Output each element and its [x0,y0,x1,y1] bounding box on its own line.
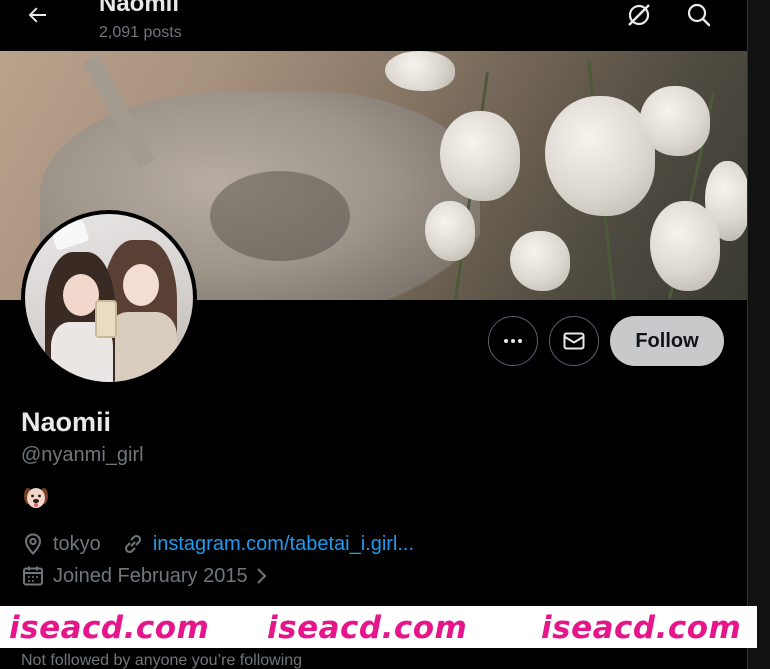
grok-icon [628,4,650,26]
search-button[interactable] [681,0,717,30]
link-icon [121,532,145,556]
top-bar: Naomii 2,091 posts [0,0,747,51]
joined-row: Joined February 2015 [21,564,268,588]
scrollbar[interactable] [747,0,770,669]
header-title: Naomii [99,0,180,17]
more-button[interactable] [488,316,538,366]
message-button[interactable] [549,316,599,366]
joined-text: Joined February 2015 [53,564,248,587]
more-icon [504,339,522,343]
post-count: 2,091 posts [99,24,182,41]
location-icon [21,532,45,556]
search-icon [687,3,711,27]
followed-by-text: Not followed by anyone you’re following [21,652,303,669]
watermark-text: iseacd.com [9,610,210,646]
watermark-banner: iseacd.com iseacd.com iseacd.com [0,606,757,648]
watermark-text: iseacd.com [267,610,468,646]
dog-face-icon [23,486,49,510]
mail-icon [563,332,585,350]
chevron-right-icon[interactable] [254,566,268,586]
user-handle: @nyanmi_girl [21,444,144,466]
display-name: Naomii [21,407,112,437]
watermark-text: iseacd.com [541,610,742,646]
calendar-icon [21,564,45,588]
back-button[interactable] [20,0,54,30]
website-link[interactable]: instagram.com/tabetai_i.girl... [153,533,414,556]
grok-button[interactable] [621,0,657,30]
location-text: tokyo [53,532,101,555]
follow-button[interactable]: Follow [610,316,724,366]
profile-meta-row: tokyo instagram.com/tabetai_i.girl... [21,532,414,556]
avatar-image [25,214,193,382]
arrow-left-icon [28,7,46,23]
profile-column: Naomii 2,091 posts Follow Naomii @nyanmi… [0,0,747,669]
profile-avatar[interactable] [21,210,197,386]
